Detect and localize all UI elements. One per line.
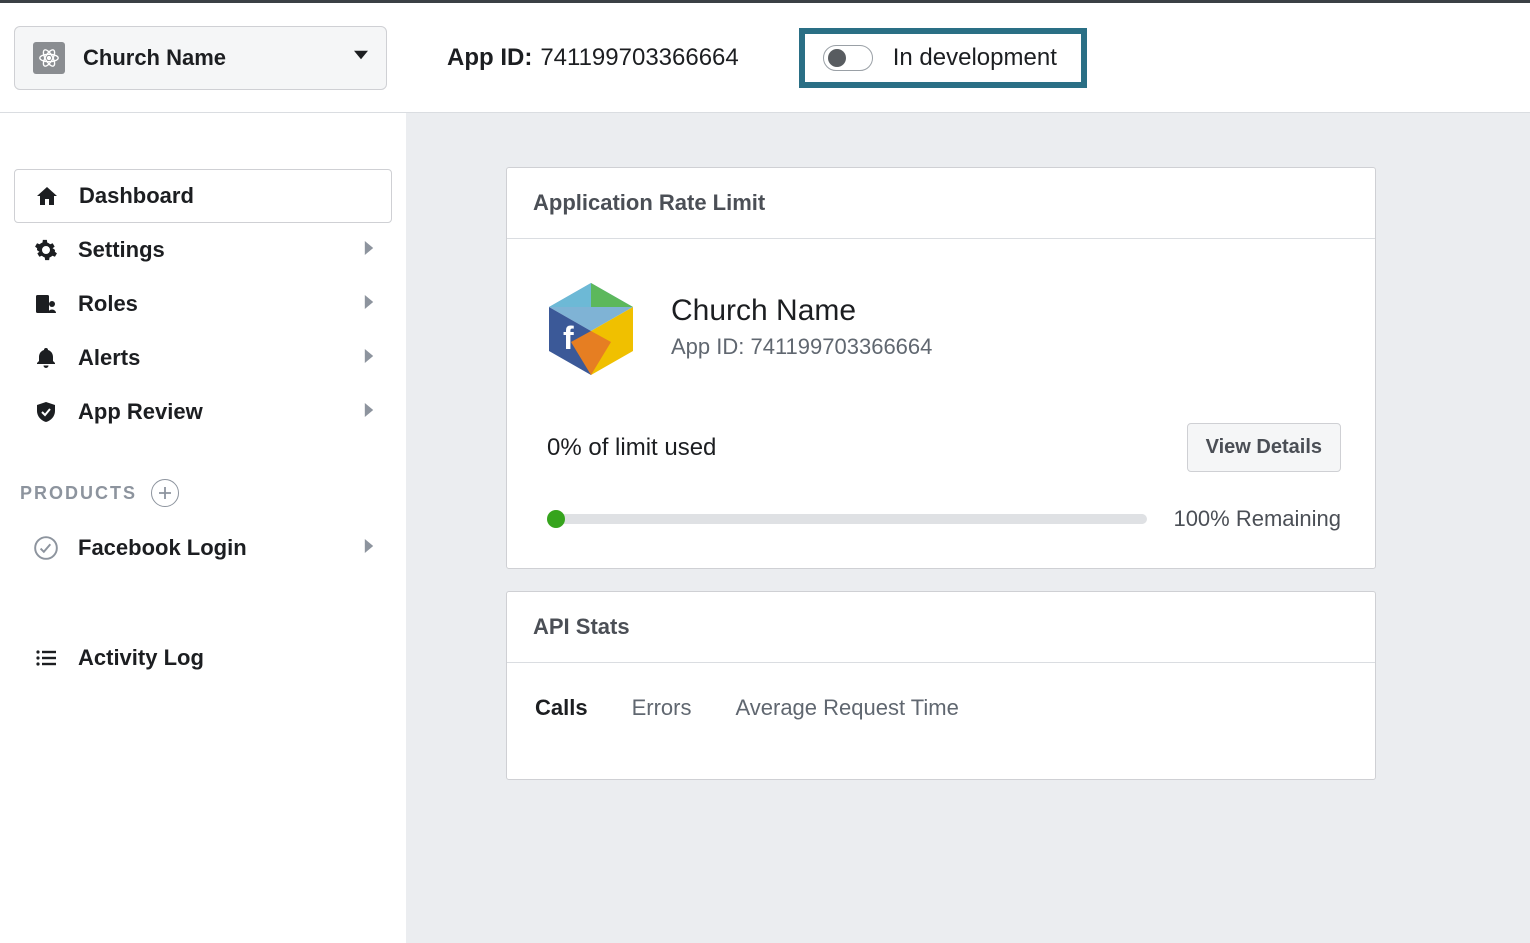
sidebar-item-label: Settings [78,237,364,263]
tab-calls[interactable]: Calls [535,695,588,721]
dev-mode-toggle[interactable] [823,45,873,71]
atom-icon [33,42,65,74]
limit-remaining-text: 100% Remaining [1173,506,1341,532]
sidebar-item-label: Facebook Login [78,535,364,561]
sidebar: Dashboard Settings Roles Alerts [0,113,406,943]
rate-limit-card: Application Rate Limit f [506,167,1376,569]
roles-icon [32,292,60,316]
header-bar: Church Name App ID: 741199703366664 In d… [0,3,1530,113]
chevron-right-icon [364,349,374,368]
api-stats-card: API Stats Calls Errors Average Request T… [506,591,1376,780]
app-id-line: App ID: 741199703366664 [671,334,932,360]
sidebar-item-label: App Review [78,399,364,425]
caret-down-icon [354,48,368,67]
selected-app-name: Church Name [83,45,354,71]
main-content: Application Rate Limit f [406,113,1530,943]
chevron-right-icon [364,403,374,422]
products-title: PRODUCTS [20,483,137,504]
sidebar-item-facebook-login[interactable]: Facebook Login [14,521,392,575]
list-icon [32,646,60,670]
toggle-knob [828,49,846,67]
add-product-button[interactable] [151,479,179,507]
shield-check-icon [32,400,60,424]
app-selector-dropdown[interactable]: Church Name [14,26,387,90]
sidebar-item-label: Activity Log [78,645,374,671]
limit-progress-row: 100% Remaining [533,478,1349,542]
app-cube-icon: f [541,277,641,377]
sidebar-item-label: Dashboard [79,183,373,209]
chevron-right-icon [364,295,374,314]
chevron-right-icon [364,241,374,260]
app-id-display: App ID: 741199703366664 [447,44,739,72]
gear-icon [32,238,60,262]
rate-limit-card-title: Application Rate Limit [507,168,1375,239]
bell-icon [32,346,60,370]
limit-progress-dot [547,510,565,528]
app-overview-row: f Church Name App ID: 741199703366664 [533,265,1349,407]
app-id-value: 741199703366664 [540,44,738,72]
tab-errors[interactable]: Errors [632,695,692,721]
api-stats-tabs: Calls Errors Average Request Time [533,689,1349,753]
api-stats-title: API Stats [507,592,1375,663]
sidebar-item-alerts[interactable]: Alerts [14,331,392,385]
sidebar-item-dashboard[interactable]: Dashboard [14,169,392,223]
svg-text:f: f [563,320,574,356]
sidebar-item-label: Roles [78,291,364,317]
sidebar-item-activity-log[interactable]: Activity Log [14,631,392,685]
limit-progress-bar [547,514,1147,524]
sidebar-item-settings[interactable]: Settings [14,223,392,277]
app-title: Church Name [671,294,932,328]
dev-mode-label: In development [893,44,1057,72]
view-details-button[interactable]: View Details [1187,423,1341,472]
check-circle-icon [32,535,60,561]
tab-average-request-time[interactable]: Average Request Time [735,695,958,721]
sidebar-item-app-review[interactable]: App Review [14,385,392,439]
chevron-right-icon [364,539,374,558]
limit-used-text: 0% of limit used [547,434,716,462]
app-id-label: App ID: [447,44,532,72]
limit-used-row: 0% of limit used View Details [533,407,1349,478]
products-section-header: PRODUCTS [14,439,392,521]
sidebar-item-label: Alerts [78,345,364,371]
home-icon [33,184,61,208]
dev-mode-highlight-box: In development [799,28,1087,88]
sidebar-item-roles[interactable]: Roles [14,277,392,331]
